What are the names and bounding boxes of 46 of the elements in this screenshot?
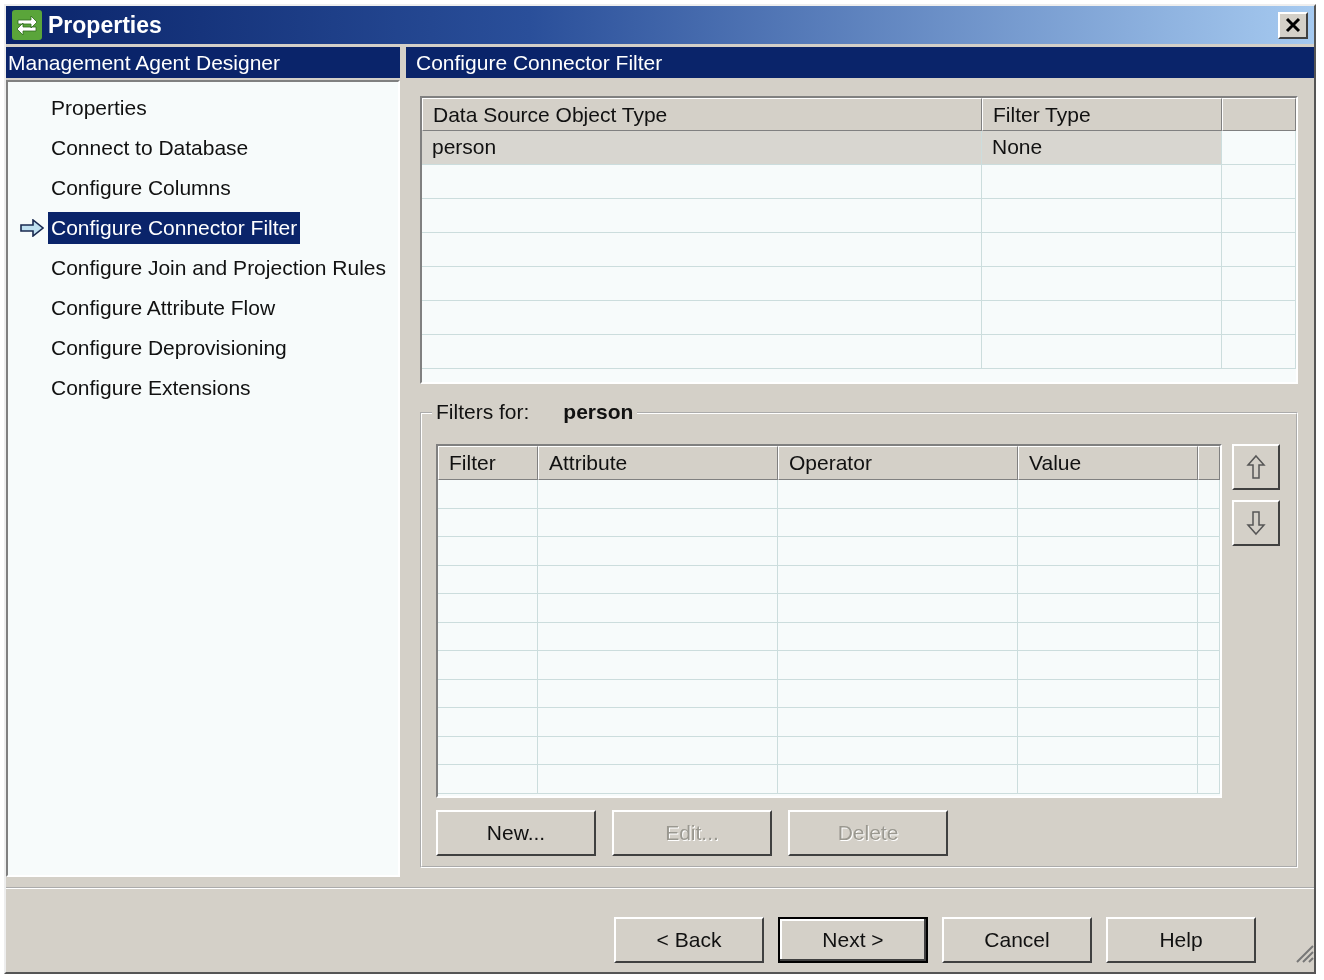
nav-item[interactable]: Configure Attribute Flow: [48, 292, 279, 324]
table-row[interactable]: person None: [422, 131, 1296, 165]
table-cell: [1198, 736, 1220, 765]
wizard-button[interactable]: < Back: [614, 916, 764, 963]
wizard-button[interactable]: Cancel: [942, 916, 1092, 963]
column-header[interactable]: Attribute: [538, 446, 778, 480]
table-cell: person: [422, 131, 982, 165]
group-label: Filters for:: [436, 399, 530, 425]
table-cell: [1198, 565, 1220, 594]
table-cell: [1198, 508, 1220, 537]
window-title: Properties: [48, 11, 162, 39]
table-cell: [1198, 679, 1220, 708]
move-up-button[interactable]: [1232, 444, 1280, 490]
nav-item[interactable]: Configure Deprovisioning: [48, 332, 290, 364]
wizard-button[interactable]: Next >: [778, 916, 928, 963]
column-header[interactable]: Filter Type: [982, 98, 1222, 131]
nav-item[interactable]: Configure Connector Filter: [48, 212, 301, 244]
wizard-button[interactable]: Help: [1106, 916, 1256, 963]
column-header[interactable]: Data Source Object Type: [422, 98, 982, 131]
action-button[interactable]: New...: [436, 810, 596, 856]
table-cell: [1198, 708, 1220, 737]
section-header: Management Agent Designer: [6, 47, 400, 78]
section-header: Configure Connector Filter: [406, 47, 1314, 78]
nav-item[interactable]: Configure Columns: [48, 172, 234, 204]
nav-item[interactable]: Configure Join and Projection Rules: [48, 252, 390, 284]
table-cell: [1198, 622, 1220, 651]
down-arrow-icon: [1246, 510, 1266, 536]
column-header[interactable]: Operator: [778, 446, 1018, 480]
up-arrow-icon: [1246, 454, 1266, 480]
table-cell: [1198, 537, 1220, 566]
table-cell: [1198, 651, 1220, 680]
move-down-button[interactable]: [1232, 500, 1280, 546]
object-name: person: [563, 399, 634, 425]
column-header[interactable]: Value: [1018, 446, 1198, 480]
close-button[interactable]: [1278, 11, 1308, 39]
arrows-icon: [12, 10, 42, 40]
table-cell: None: [982, 131, 1222, 165]
table-cell: [1198, 480, 1220, 509]
table-cell: [1198, 765, 1220, 794]
nav-item[interactable]: Connect to Database: [48, 132, 252, 164]
arrow-icon: [20, 219, 44, 237]
close-icon: [1285, 17, 1301, 33]
table-cell: [1198, 594, 1220, 623]
nav-item[interactable]: Properties: [48, 92, 150, 124]
nav-item[interactable]: Configure Extensions: [48, 372, 254, 404]
column-header[interactable]: Filter: [438, 446, 538, 480]
